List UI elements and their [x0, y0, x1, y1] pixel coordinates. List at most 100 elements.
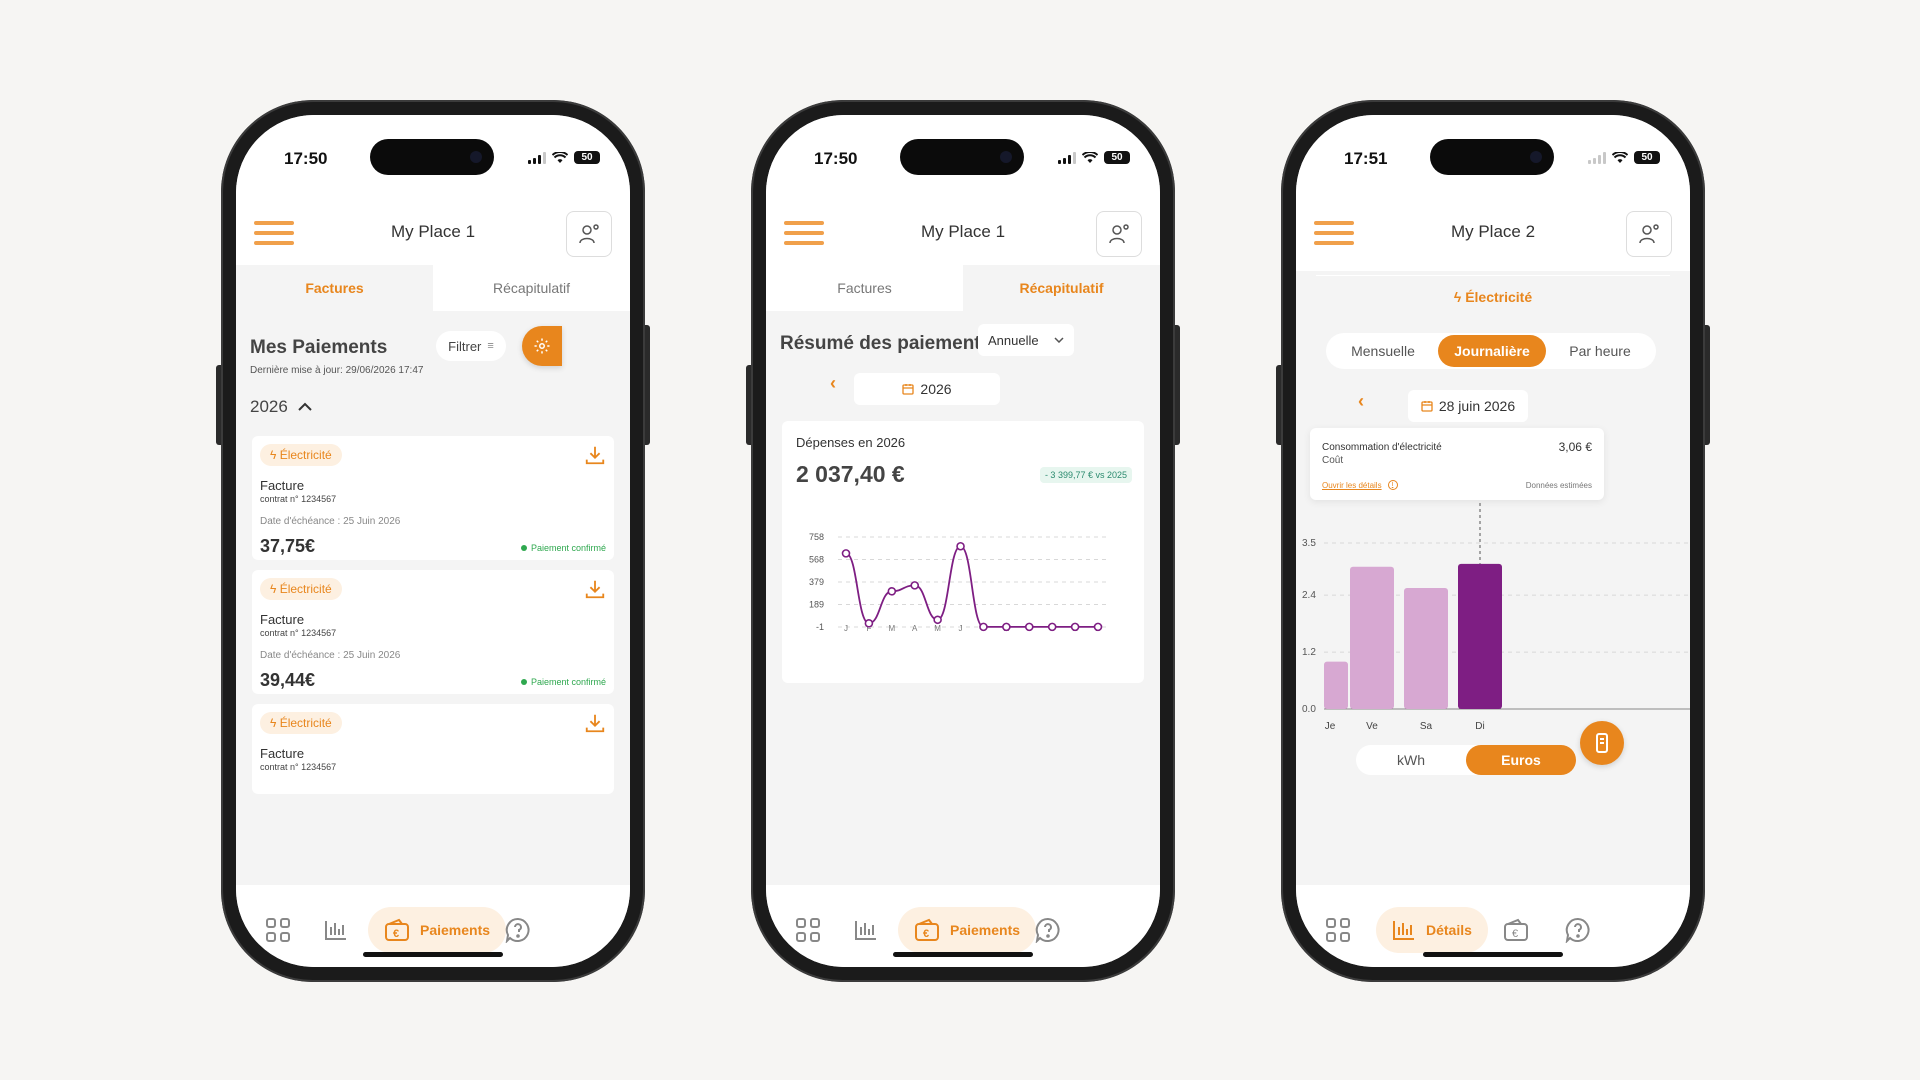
x-tick-label: Je [1325, 721, 1336, 732]
nav-details-label: Détails [1426, 922, 1472, 938]
dynamic-island [370, 139, 494, 175]
daily-cost-chart: 3.5 2.4 1.2 0.0 Je Ve Sa Di [1302, 503, 1690, 732]
previous-year-chevron-icon[interactable]: ‹ [830, 373, 836, 394]
data-point [1024, 622, 1034, 632]
y-tick-label: -1 [816, 622, 824, 632]
nav-details[interactable]: Détails [1376, 907, 1488, 953]
nav-payments[interactable]: € Paiements [898, 907, 1037, 953]
energy-badge: ϟ Électricité [260, 444, 342, 466]
y-tick-label: 758 [809, 532, 824, 542]
energy-badge: ϟ Électricité [260, 712, 342, 734]
device-button[interactable] [1580, 721, 1624, 765]
invoice-title: Facture [260, 746, 305, 761]
phone-icon [1596, 733, 1608, 753]
phone-details: 17:51 50 My Place 2 ϟ Électricité Mensue… [1276, 100, 1710, 982]
nav-payments[interactable]: € [1496, 907, 1536, 953]
data-point [933, 615, 942, 625]
bar-chart-icon [325, 921, 346, 940]
tab-factures[interactable]: Factures [236, 265, 433, 311]
unit-kwh[interactable]: kWh [1356, 745, 1466, 775]
invoice-contract: contrat n° 1234567 [260, 628, 337, 638]
invoice-due: Date d'échéance : 25 Juin 2026 [260, 516, 401, 527]
x-tick-label: Di [1475, 721, 1484, 732]
help-icon [1035, 917, 1060, 943]
app-header: My Place 2 [1296, 191, 1690, 271]
wallet-euro-icon: € [915, 918, 939, 941]
nav-consumption[interactable] [846, 907, 886, 953]
profile-button[interactable] [1626, 211, 1672, 257]
data-point [1002, 622, 1011, 632]
help-icon [505, 917, 530, 943]
energy-tab-label: Électricité [1465, 289, 1533, 305]
gear-icon [534, 338, 550, 354]
home-indicator [893, 952, 1033, 957]
tab-recapitulatif[interactable]: Récapitulatif [963, 265, 1160, 311]
y-tick-label: 2.4 [1302, 590, 1316, 601]
energy-tab[interactable]: ϟ Électricité [1316, 275, 1670, 317]
tab-recapitulatif[interactable]: Récapitulatif [433, 265, 630, 311]
filter-button[interactable]: Filtrer ≡ [436, 331, 506, 361]
date-picker[interactable]: 28 juin 2026 [1408, 390, 1528, 422]
year-toggle[interactable]: 2026 [250, 397, 312, 417]
invoice-card[interactable]: ϟ Électricité Facture contrat n° 1234567 [252, 704, 614, 794]
invoice-title: Facture [260, 612, 305, 627]
signal-icon [528, 151, 546, 164]
download-icon[interactable] [584, 444, 606, 466]
app-header: My Place 1 [766, 191, 1160, 271]
nav-dashboard[interactable] [788, 907, 828, 953]
year-picker[interactable]: 2026 [854, 373, 1000, 405]
data-point [841, 549, 851, 558]
nav-help[interactable] [498, 907, 538, 953]
bar-chart-icon [1393, 921, 1414, 940]
status-time: 17:51 [1344, 149, 1388, 168]
unit-euros[interactable]: Euros [1466, 745, 1576, 775]
tooltip-value: 3,06 € [1558, 440, 1592, 454]
open-details-link[interactable]: Ouvrir les détails i [1322, 480, 1398, 490]
invoice-card[interactable]: ϟ Électricité Facture contrat n° 1234567… [252, 436, 614, 560]
nav-help[interactable] [1028, 907, 1068, 953]
battery-icon: 50 [1104, 151, 1130, 164]
invoice-due: Date d'échéance : 25 Juin 2026 [260, 650, 401, 661]
period-select[interactable]: Annuelle [978, 324, 1074, 356]
bar [1458, 563, 1502, 709]
invoice-contract: contrat n° 1234567 [260, 494, 337, 504]
previous-day-chevron-icon[interactable]: ‹ [1358, 391, 1364, 412]
x-tick-label: J [959, 624, 963, 633]
profile-button[interactable] [1096, 211, 1142, 257]
calendar-icon [1421, 401, 1433, 412]
download-icon[interactable] [584, 712, 606, 734]
nav-help[interactable] [1558, 907, 1598, 953]
battery-icon: 50 [574, 151, 600, 164]
data-point [979, 622, 988, 632]
y-tick-label: 379 [809, 577, 824, 587]
nav-dashboard[interactable] [258, 907, 298, 953]
period-monthly[interactable]: Mensuelle [1328, 335, 1438, 367]
profile-button[interactable] [566, 211, 612, 257]
spending-delta-badge: - 3 399,77 € vs 2025 [1039, 467, 1132, 483]
phone-payments: 17:50 50 My Place 1 Factures Récapitulat… [216, 100, 650, 982]
period-hourly[interactable]: Par heure [1546, 335, 1654, 367]
tab-factures[interactable]: Factures [766, 265, 963, 311]
period-daily[interactable]: Journalière [1438, 335, 1546, 367]
status-time: 17:50 [284, 149, 328, 168]
monthly-spending-chart: 758568379189-1JFMAMJJASOND [809, 532, 1106, 633]
user-settings-icon [579, 224, 599, 244]
invoice-amount: 37,75€ [260, 536, 316, 556]
invoice-amount: 39,44€ [260, 670, 316, 690]
bottom-nav: € Paiements [236, 885, 630, 967]
user-settings-icon [1639, 224, 1659, 244]
download-icon[interactable] [584, 578, 606, 600]
y-tick-label: 568 [809, 555, 824, 565]
nav-consumption[interactable] [316, 907, 356, 953]
chevron-up-icon [298, 402, 312, 411]
spending-line [845, 545, 1098, 628]
settings-button[interactable] [522, 326, 562, 366]
nav-payments[interactable]: € Paiements [368, 907, 507, 953]
data-point [864, 619, 874, 628]
x-tick-label: M [934, 624, 941, 633]
nav-dashboard[interactable] [1318, 907, 1358, 953]
estimated-note: Données estimées [1525, 481, 1592, 490]
lightning-icon: ϟ [270, 448, 280, 462]
invoice-card[interactable]: ϟ Électricité Facture contrat n° 1234567… [252, 570, 614, 694]
data-point [1047, 622, 1057, 632]
